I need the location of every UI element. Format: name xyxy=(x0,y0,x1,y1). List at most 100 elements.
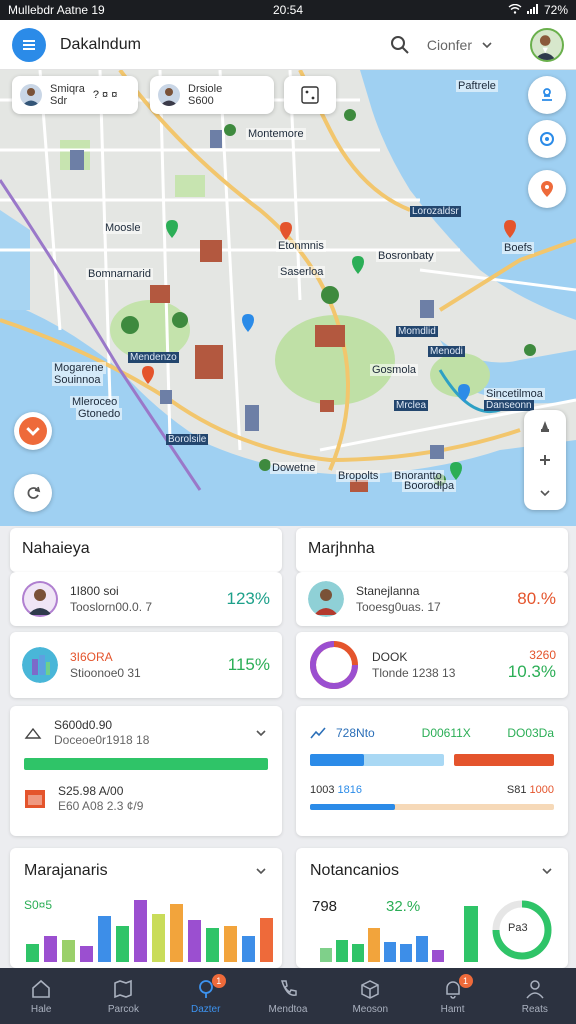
metric-top-value: 3260 xyxy=(529,648,556,662)
route-icon xyxy=(542,88,552,101)
nav-label: Meoson xyxy=(352,1003,389,1015)
map-label: Dowetne xyxy=(270,462,318,474)
metric-title: Stanejlanna xyxy=(356,584,420,598)
progress-card[interactable]: S600d0.90 Doceoe0r1918 18 S25.98 A/00 E6… xyxy=(10,706,282,836)
notification-badge: 1 xyxy=(458,974,473,988)
chevron-down-icon[interactable] xyxy=(254,864,268,878)
chart-bar xyxy=(152,914,165,962)
app-title: Dakalndum xyxy=(60,35,141,53)
map-label: Borolsile xyxy=(166,434,209,445)
progress-label: D00611X xyxy=(421,726,471,740)
nav-item-location[interactable]: 1 Dazter xyxy=(165,968,247,1024)
metric-title: DOOK xyxy=(372,650,408,664)
panel-title: Marjhnha xyxy=(308,540,375,557)
panel-title: Nahaieya xyxy=(22,540,90,557)
map-label: Mendenzo xyxy=(128,352,179,363)
zoom-in-icon[interactable] xyxy=(535,450,555,470)
avatar xyxy=(158,84,180,106)
chart-bar xyxy=(206,928,219,962)
filter-dropdown[interactable]: Cionfer xyxy=(427,37,494,53)
progress-track xyxy=(310,804,554,810)
map-chip-person[interactable]: Smiqra Sdr ? ¤ ¤ xyxy=(12,76,138,114)
metric-subtitle: Tlonde 1238 13 xyxy=(372,666,456,680)
avatar xyxy=(308,581,344,617)
progress-title: S600d0.90 xyxy=(54,718,113,732)
map-label: Mleroceo xyxy=(70,396,120,408)
nav-item-notifications[interactable]: 1 Hamt xyxy=(411,968,493,1024)
target-button[interactable] xyxy=(528,120,566,158)
nav-label: Hale xyxy=(30,1003,52,1015)
compass-icon[interactable] xyxy=(535,417,555,437)
metric-percent: 80.% xyxy=(517,589,556,608)
chart-bar xyxy=(320,948,332,962)
map-label: Menodi xyxy=(428,346,465,357)
map-chip-dice[interactable] xyxy=(284,76,336,114)
map-label: Boefs xyxy=(502,242,535,254)
map-label: Bropolts xyxy=(336,470,381,482)
metric-card[interactable]: 3I6ORA Stioonoe0 31 115% xyxy=(10,632,282,698)
target-icon xyxy=(540,132,554,146)
metric-percent: 123% xyxy=(226,589,270,608)
progress-fill xyxy=(310,804,396,810)
map-label: Sincetilmoa xyxy=(484,388,545,400)
menu-button[interactable] xyxy=(12,27,46,62)
map-chip-person[interactable]: Drsiole S600 xyxy=(150,76,274,114)
refresh-button[interactable] xyxy=(14,474,52,512)
metric-subtitle: Tooesg0uas. 17 xyxy=(356,600,441,614)
person-icon xyxy=(526,979,544,998)
map-label: Paftrele xyxy=(456,80,498,92)
nav-item-box[interactable]: Meoson xyxy=(329,968,411,1024)
map-label: Montemore xyxy=(246,128,306,140)
avatar xyxy=(20,84,42,106)
metric-percent: 10.3% xyxy=(507,662,556,681)
progress-track xyxy=(24,758,268,770)
progress-label: 1003 xyxy=(310,784,335,796)
chevron-down-icon[interactable] xyxy=(540,864,554,878)
progress-label: 1000 xyxy=(529,784,554,796)
metric-card[interactable]: Stanejlanna Tooesg0uas. 17 80.% xyxy=(296,572,568,626)
city-icon xyxy=(22,647,58,683)
nav-item-profile[interactable]: Reats xyxy=(494,968,576,1024)
progress-card[interactable]: 728Nto D00611X DO03Da 1003 1816 S81 1000 xyxy=(296,706,568,836)
chevron-down-icon[interactable] xyxy=(254,726,268,740)
metric-card[interactable]: DOOK Tlonde 1238 13 3260 10.3% xyxy=(296,632,568,698)
signal-icon xyxy=(526,3,539,17)
progress-line: S25.98 A/00 xyxy=(58,784,124,798)
progress-label: 728Nto xyxy=(336,726,375,740)
nav-item-phone[interactable]: Mendtoa xyxy=(247,968,329,1024)
chart-bar xyxy=(464,906,478,962)
metric-subtitle: Tooslorn00.0. 7 xyxy=(70,600,153,614)
status-carrier: Mullebdr Aatne 19 xyxy=(8,3,105,17)
chip-line-1: Drsiole xyxy=(188,83,223,95)
nav-item-home[interactable]: Hale xyxy=(0,968,82,1024)
map-view[interactable]: Montemore Lorozaldsr Moosle Etonmnis Bos… xyxy=(0,70,576,526)
app-bar: Dakalndum Cionfer xyxy=(0,20,576,70)
collapse-button[interactable] xyxy=(14,412,52,450)
chart-bar xyxy=(416,936,428,962)
nav-item-map[interactable]: Parcok xyxy=(82,968,164,1024)
map-label: Etonmnis xyxy=(276,240,326,252)
bar-chart xyxy=(26,900,273,962)
hamburger-icon xyxy=(23,39,35,50)
chart-card[interactable]: Marajanaris S0¤5 xyxy=(10,848,282,968)
chart-bar xyxy=(260,918,273,962)
progress-fill xyxy=(24,758,268,770)
route-button[interactable] xyxy=(528,76,566,114)
chart-card[interactable]: Notancanios 798 32.% Pa3 xyxy=(296,848,568,968)
wifi-icon xyxy=(508,3,522,17)
chart-bar xyxy=(188,920,201,962)
pin-button[interactable] xyxy=(528,170,566,208)
pin-icon xyxy=(541,181,553,197)
progress-label: 1816 xyxy=(337,784,363,796)
chart-bar xyxy=(336,940,348,962)
notification-badge: 1 xyxy=(211,974,226,988)
user-avatar[interactable] xyxy=(530,27,564,62)
metric-card[interactable]: 1I800 soi Tooslorn00.0. 7 123% xyxy=(10,572,282,626)
chart-bar xyxy=(116,926,129,962)
right-panel-header: Marjhnha xyxy=(296,528,568,572)
chevron-down-icon[interactable] xyxy=(535,483,555,503)
zoom-control[interactable] xyxy=(524,410,566,510)
progress-segment xyxy=(454,754,554,766)
nav-label: Parcok xyxy=(107,1003,139,1015)
search-icon[interactable] xyxy=(389,34,411,56)
